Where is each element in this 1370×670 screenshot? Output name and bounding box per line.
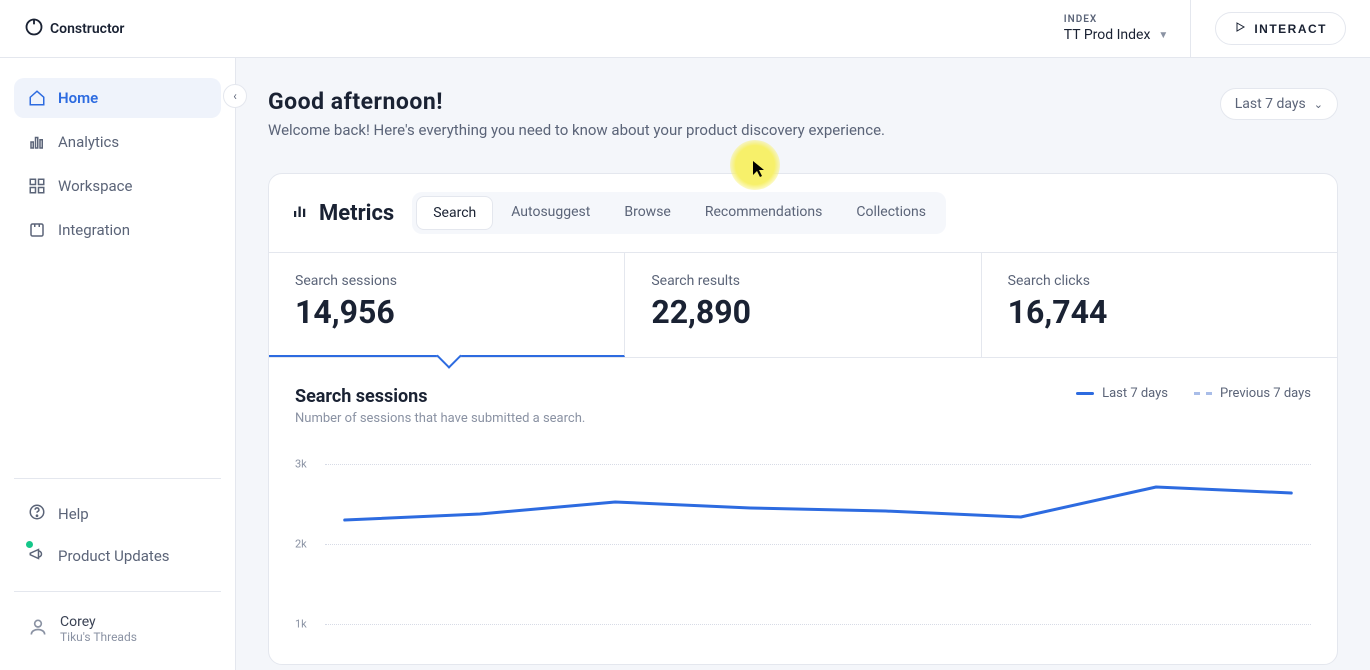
bar-chart-icon (291, 201, 309, 226)
tab-browse[interactable]: Browse (608, 196, 686, 230)
interact-button[interactable]: INTERACT (1215, 12, 1346, 45)
stat-row: Search sessions 14,956 Search results 22… (269, 252, 1337, 358)
brand-logo[interactable]: Constructor (24, 17, 124, 41)
chart-legend: Last 7 days Previous 7 days (1076, 386, 1311, 401)
megaphone-icon (28, 545, 46, 567)
chevron-down-icon: ⌄ (1314, 98, 1323, 111)
brand-name: Constructor (50, 21, 124, 37)
stat-label: Search results (651, 273, 954, 289)
stat-search-sessions[interactable]: Search sessions 14,956 (269, 253, 625, 357)
y-tick: 3k (295, 458, 307, 471)
sidebar-item-integration[interactable]: Integration (14, 210, 221, 250)
legend-previous: Previous 7 days (1194, 386, 1311, 401)
user-icon (28, 617, 48, 641)
stat-label: Search clicks (1008, 273, 1311, 289)
tab-autosuggest[interactable]: Autosuggest (495, 196, 606, 230)
topbar: Constructor INDEX TT Prod Index ▼ INTERA… (0, 0, 1370, 58)
legend-swatch-dashed-icon (1194, 392, 1212, 395)
stat-value: 14,956 (295, 293, 598, 331)
caret-down-icon: ▼ (1158, 30, 1168, 41)
date-range-selector[interactable]: Last 7 days ⌄ (1220, 88, 1338, 120)
analytics-icon (28, 133, 46, 151)
sidebar-item-label: Analytics (58, 133, 119, 151)
main-content: Good afternoon! Welcome back! Here's eve… (236, 58, 1370, 670)
stat-value: 22,890 (651, 293, 954, 331)
index-value: TT Prod Index (1064, 27, 1151, 43)
index-selector[interactable]: INDEX TT Prod Index ▼ (1042, 0, 1192, 57)
home-icon (28, 89, 46, 107)
help-icon (28, 503, 46, 525)
y-tick: 1k (295, 618, 307, 631)
chart-area: 3k 2k 1k (295, 444, 1311, 644)
chart-subtitle: Number of sessions that have submitted a… (295, 411, 585, 426)
sidebar: Home Analytics Workspace (0, 58, 236, 670)
user-name: Corey (60, 614, 137, 630)
stat-label: Search sessions (295, 273, 598, 289)
play-icon (1234, 21, 1246, 36)
sidebar-item-home[interactable]: Home (14, 78, 221, 118)
metrics-tabs: Search Autosuggest Browse Recommendation… (412, 192, 946, 234)
page-greeting: Good afternoon! (268, 88, 885, 115)
chart-svg (325, 444, 1311, 644)
chart-title: Search sessions (295, 386, 585, 407)
metrics-card: Metrics Search Autosuggest Browse Recomm… (268, 173, 1338, 665)
page-header: Good afternoon! Welcome back! Here's eve… (268, 88, 1338, 139)
legend-current: Last 7 days (1076, 386, 1168, 401)
user-menu[interactable]: Corey Tiku's Threads (14, 606, 221, 652)
interact-label: INTERACT (1254, 22, 1327, 36)
chart-section: Search sessions Number of sessions that … (269, 358, 1337, 664)
tab-search[interactable]: Search (416, 196, 493, 230)
y-tick: 2k (295, 538, 307, 551)
sidebar-item-analytics[interactable]: Analytics (14, 122, 221, 162)
user-org: Tiku's Threads (60, 630, 137, 644)
tab-recommendations[interactable]: Recommendations (689, 196, 839, 230)
metrics-title: Metrics (319, 201, 394, 226)
date-range-label: Last 7 days (1235, 96, 1306, 112)
stat-value: 16,744 (1008, 293, 1311, 331)
page-subgreeting: Welcome back! Here's everything you need… (268, 121, 885, 139)
legend-swatch-solid-icon (1076, 392, 1094, 395)
tab-collections[interactable]: Collections (840, 196, 942, 230)
sidebar-product-updates[interactable]: Product Updates (14, 535, 221, 577)
sidebar-item-label: Workspace (58, 177, 132, 195)
sidebar-collapse-button[interactable]: ‹ (223, 84, 247, 108)
help-label: Help (58, 505, 89, 523)
sidebar-item-label: Home (58, 89, 98, 107)
stat-search-results[interactable]: Search results 22,890 (625, 253, 981, 357)
sidebar-item-label: Integration (58, 221, 130, 239)
chevron-left-icon: ‹ (233, 89, 237, 103)
index-label: INDEX (1064, 14, 1169, 25)
integration-icon (28, 221, 46, 239)
notification-dot-icon (26, 541, 33, 548)
workspace-icon (28, 177, 46, 195)
sidebar-help[interactable]: Help (14, 493, 221, 535)
updates-label: Product Updates (58, 547, 170, 565)
logo-icon (24, 17, 44, 41)
sidebar-item-workspace[interactable]: Workspace (14, 166, 221, 206)
stat-search-clicks[interactable]: Search clicks 16,744 (982, 253, 1337, 357)
